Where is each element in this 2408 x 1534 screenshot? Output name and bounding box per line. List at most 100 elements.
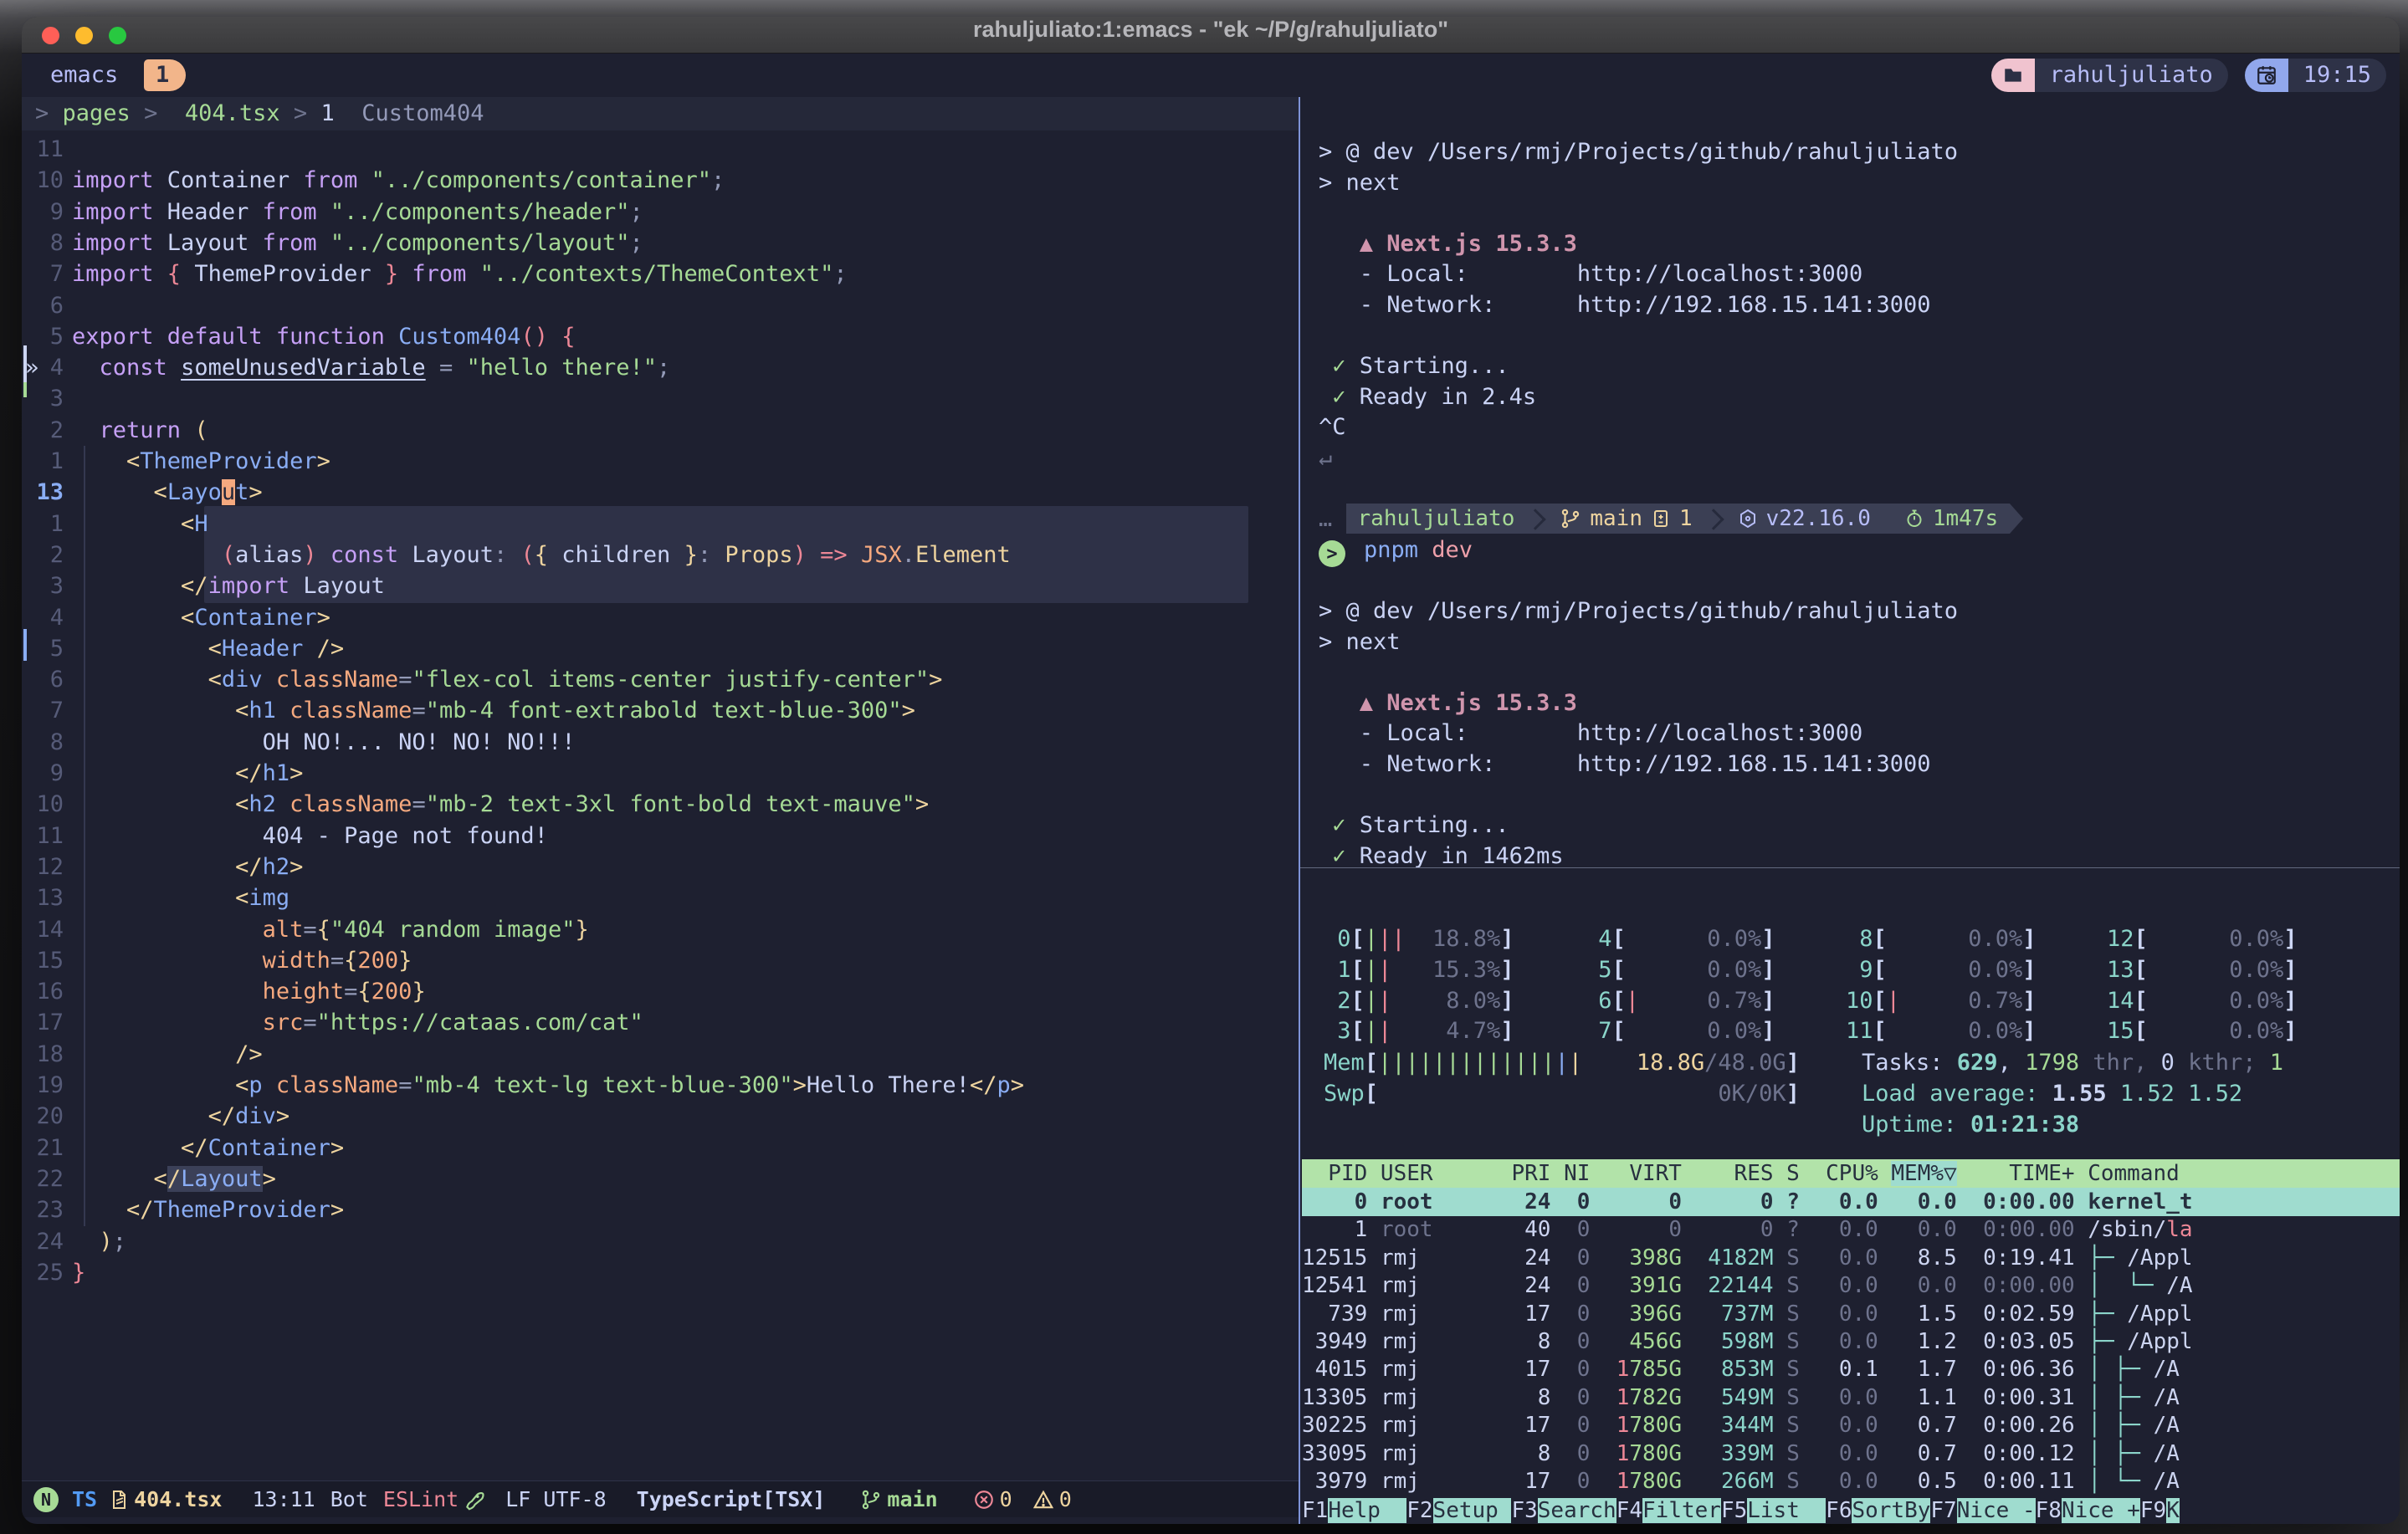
code-line[interactable]: 7import { ThemeProvider } from "../conte… — [22, 258, 1299, 290]
tmux-host-pill[interactable]: rahuljuliato — [1991, 59, 2228, 92]
code-line[interactable]: 12 </h2> — [22, 851, 1299, 883]
breadcrumb-file[interactable]: 404.tsx — [185, 100, 280, 126]
code-line[interactable]: 1 <ThemeProvider> — [22, 446, 1299, 478]
line-number: 13 — [22, 477, 64, 508]
code-line[interactable]: 11 — [22, 134, 1299, 166]
code-line[interactable]: 4 <Container> — [22, 602, 1299, 634]
cpu-meter: 4[0.0%] — [1585, 924, 1846, 954]
code-line[interactable]: 17 src="https://cataas.com/cat" — [22, 1007, 1299, 1039]
breadcrumb-symbol[interactable]: Custom404 — [361, 100, 484, 126]
line-number: 21 — [22, 1133, 64, 1163]
cpu-meter-row: 1[||15.3%]5[0.0%]9[0.0%]13[0.0%] — [1324, 955, 2368, 985]
process-row[interactable]: 0 root 24 0 0 0 ? 0.0 0.0 0:00.00 kernel… — [1302, 1188, 2400, 1216]
code-line[interactable]: 13 <Layout> — [22, 477, 1299, 509]
fkey-button[interactable]: F8Nice + — [2036, 1497, 2140, 1524]
line-number: 2 — [22, 415, 64, 446]
code-line[interactable]: 2 return ( — [22, 415, 1299, 447]
code-line[interactable]: 25} — [22, 1257, 1299, 1289]
process-row[interactable]: 3949 rmj 8 0 456G 598M S 0.0 1.2 0:03.05… — [1302, 1327, 2400, 1356]
code-line[interactable]: 23 </ThemeProvider> — [22, 1194, 1299, 1226]
tmux-pane-divider-vertical[interactable] — [1299, 97, 1300, 1524]
cpu-meter: 0[|||18.8%] — [1324, 924, 1585, 954]
modeline-warning-count: 0 — [1059, 1487, 1072, 1511]
terminal-line: > @ dev /Users/rmj/Projects/github/rahul… — [1319, 596, 1958, 626]
code-line[interactable]: 22 </Layout> — [22, 1163, 1299, 1195]
code-line[interactable]: 15 width={200} — [22, 945, 1299, 977]
process-row[interactable]: 30225 rmj 17 0 1780G 344M S 0.0 0.7 0:00… — [1302, 1411, 2400, 1439]
fkey-button[interactable]: F1Help — [1302, 1497, 1406, 1524]
warning-icon — [1032, 1489, 1054, 1511]
modeline-branch[interactable]: main — [887, 1487, 937, 1511]
line-number: 9 — [22, 197, 64, 228]
process-row[interactable]: 33095 rmj 8 0 1780G 339M S 0.0 0.7 0:00.… — [1302, 1439, 2400, 1468]
typescript-badge: TS — [72, 1487, 97, 1511]
breadcrumb-icon: 1 — [320, 100, 334, 126]
emacs-modeline: N TS 404.tsx 13:11 Bot ESLint LF UTF-8 T… — [22, 1480, 1299, 1517]
process-row[interactable]: 739 rmj 17 0 396G 737M S 0.0 1.5 0:02.59… — [1302, 1300, 2400, 1328]
fkey-button[interactable]: F3Search — [1511, 1497, 1616, 1524]
code-line[interactable]: »4 const someUnusedVariable = "hello the… — [22, 352, 1299, 384]
terminal-line: > next — [1319, 626, 1401, 657]
diff-changed-indicator — [23, 629, 27, 661]
cpu-meter: 6[|0.7%] — [1585, 986, 1846, 1016]
code-line[interactable]: 24 ); — [22, 1226, 1299, 1258]
modeline-encoding: UTF-8 — [543, 1487, 606, 1511]
code-line[interactable]: 18 /> — [22, 1039, 1299, 1071]
process-row[interactable]: 1 root 40 0 0 0 ? 0.0 0.0 0:00.00 /sbin/… — [1302, 1215, 2400, 1244]
code-line[interactable]: 14 alt={"404 random image"} — [22, 914, 1299, 946]
terminal-line: > next — [1319, 167, 1401, 198]
process-row[interactable]: 12515 rmj 24 0 398G 4182M S 0.0 8.5 0:19… — [1302, 1244, 2400, 1272]
code-line[interactable]: 8 OH NO!... NO! NO! NO!!! — [22, 727, 1299, 759]
code-line[interactable]: 11 404 - Page not found! — [22, 821, 1299, 852]
line-number: 8 — [22, 727, 64, 758]
code-line[interactable]: 6 <div className="flex-col items-center … — [22, 664, 1299, 696]
cpu-meter: 11[0.0%] — [1846, 1016, 2107, 1046]
process-row[interactable]: 4015 rmj 17 0 1785G 853M S 0.1 1.7 0:06.… — [1302, 1355, 2400, 1383]
fkey-button[interactable]: F5List — [1721, 1497, 1826, 1524]
code-line[interactable]: 21 </Container> — [22, 1133, 1299, 1164]
fkey-button[interactable]: F7Nice - — [1930, 1497, 2035, 1524]
emacs-editor-pane[interactable]: > pages > 404.tsx > 1 Custom404 1110impo… — [22, 17, 1299, 1524]
cpu-meter-row: 0[|||18.8%]4[0.0%]8[0.0%]12[0.0%] — [1324, 924, 2368, 954]
code-line[interactable]: 3 — [22, 383, 1299, 415]
terminal-line: - Network: http://192.168.15.141:3000 — [1319, 749, 1931, 780]
code-line[interactable]: 16 height={200} — [22, 976, 1299, 1008]
fkey-button[interactable]: F4Filter — [1616, 1497, 1721, 1524]
fkey-button[interactable]: F6SortBy — [1826, 1497, 1930, 1524]
process-row[interactable]: 3979 rmj 17 0 1780G 266M S 0.0 0.5 0:00.… — [1302, 1467, 2400, 1496]
line-number: 6 — [22, 664, 64, 695]
fkey-button[interactable]: F2Setup — [1406, 1497, 1511, 1524]
code-line[interactable]: 5 <Header /> — [22, 633, 1299, 665]
rocket-icon — [464, 1489, 485, 1511]
tmux-clock: 19:15 — [2288, 59, 2386, 92]
diff-added-indicator — [23, 382, 27, 397]
code-line[interactable]: 9import Header from "../components/heade… — [22, 197, 1299, 228]
code-line[interactable]: 10import Container from "../components/c… — [22, 165, 1299, 197]
evil-state-badge: N — [33, 1487, 59, 1512]
process-table-header[interactable]: PID USER PRI NI VIRT RES S CPU% MEM%▽ TI… — [1302, 1159, 2400, 1188]
code-line[interactable]: 8import Layout from "../components/layou… — [22, 228, 1299, 259]
line-number: 5 — [22, 633, 64, 664]
process-row[interactable]: 13305 rmj 8 0 1782G 549M S 0.0 1.1 0:00.… — [1302, 1383, 2400, 1412]
line-number: 12 — [22, 851, 64, 882]
breadcrumb-dir[interactable]: pages — [63, 100, 131, 126]
calendar-clock-icon — [2245, 59, 2288, 92]
line-number: 1 — [22, 446, 64, 477]
tmux-clock-pill[interactable]: 19:15 — [2245, 59, 2386, 92]
code-line[interactable]: 19 <p className="mb-4 text-lg text-blue-… — [22, 1070, 1299, 1102]
code-line[interactable]: 20 </div> — [22, 1101, 1299, 1133]
cpu-meter: 2[||8.0%] — [1324, 986, 1585, 1016]
code-line[interactable]: 7 <h1 className="mb-4 font-extrabold tex… — [22, 695, 1299, 727]
line-number: 10 — [22, 165, 64, 196]
tmux-pane-divider-horizontal[interactable] — [1300, 867, 2400, 868]
code-line[interactable]: 6 — [22, 290, 1299, 322]
process-row[interactable]: 12541 rmj 24 0 391G 22144 S 0.0 0.0 0:00… — [1302, 1271, 2400, 1300]
line-number: 3 — [22, 570, 64, 601]
line-number: 8 — [22, 228, 64, 258]
modeline-filename[interactable]: 404.tsx — [134, 1487, 222, 1511]
code-line[interactable]: 13 <img — [22, 882, 1299, 914]
code-line[interactable]: 5export default function Custom404() { — [22, 321, 1299, 353]
code-line[interactable]: 9 </h1> — [22, 758, 1299, 790]
code-line[interactable]: 10 <h2 className="mb-2 text-3xl font-bol… — [22, 789, 1299, 821]
fkey-button[interactable]: F9K — [2140, 1497, 2180, 1524]
